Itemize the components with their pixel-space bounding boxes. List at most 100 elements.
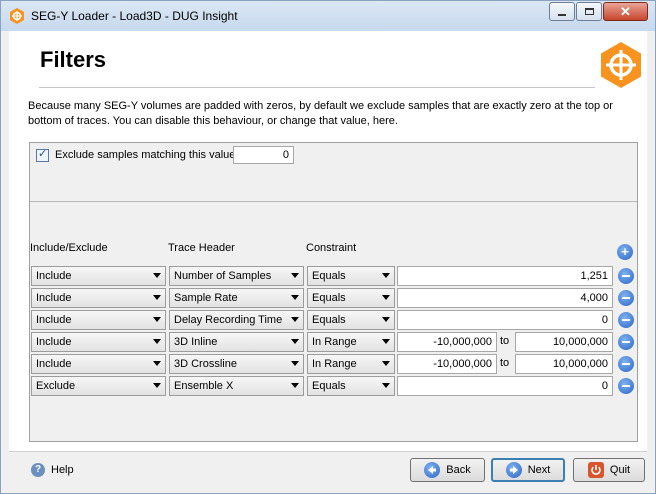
column-header-trace-header: Trace Header <box>168 242 235 254</box>
filter-row: Include 3D Inline In Range -10,000,000 t… <box>30 332 637 352</box>
constraint-value: In Range <box>312 336 357 348</box>
equals-value-input[interactable]: 1,251 <box>397 266 613 286</box>
maximize-button[interactable] <box>576 2 602 21</box>
constraint-select[interactable]: Equals <box>307 288 395 308</box>
equals-value-input[interactable]: 0 <box>397 376 613 396</box>
mode-select[interactable]: Include <box>31 288 166 308</box>
constraint-value: Equals <box>312 314 346 326</box>
range-min-input[interactable]: -10,000,000 <box>397 354 497 374</box>
mode-value: Include <box>36 336 72 348</box>
back-arrow-icon <box>424 462 441 478</box>
mode-select[interactable]: Include <box>31 310 166 330</box>
trace-header-select[interactable]: Sample Rate <box>169 288 304 308</box>
constraint-select[interactable]: Equals <box>307 376 395 396</box>
next-arrow-icon <box>505 462 522 478</box>
range-to-label: to <box>500 357 510 369</box>
close-icon: ✕ <box>620 3 631 19</box>
remove-filter-button[interactable] <box>618 268 634 284</box>
target-logo-icon <box>601 42 641 88</box>
filter-row: Include Sample Rate Equals 4,000 <box>30 288 637 308</box>
mode-value: Include <box>36 292 72 304</box>
filter-row: Include 3D Crossline In Range -10,000,00… <box>30 354 637 374</box>
page-title: Filters <box>40 47 107 72</box>
mode-select[interactable]: Include <box>31 354 166 374</box>
remove-filter-button[interactable] <box>618 356 634 372</box>
mode-select[interactable]: Include <box>31 266 166 286</box>
filters-panel: ✓ Exclude samples matching this value 0 … <box>29 142 638 442</box>
wizard-content: Filters Because many SEG-Y volumes are p… <box>9 31 647 451</box>
minimize-icon <box>558 13 566 16</box>
column-header-constraint: Constraint <box>306 242 357 254</box>
trace-header-select[interactable]: Delay Recording Time <box>169 310 304 330</box>
remove-icon <box>622 341 630 343</box>
equals-value-input[interactable]: 4,000 <box>397 288 613 308</box>
filter-row: Include Delay Recording Time Equals 0 <box>30 310 637 330</box>
window-title: SEG-Y Loader - Load3D - DUG Insight <box>31 9 238 23</box>
quit-label: Quit <box>609 464 631 476</box>
constraint-select[interactable]: Equals <box>307 310 395 330</box>
remove-icon <box>622 319 630 321</box>
app-icon <box>10 8 24 24</box>
range-to-label: to <box>500 335 510 347</box>
constraint-value: Equals <box>312 270 346 282</box>
trace-header-value: Ensemble X <box>174 380 234 392</box>
constraint-select[interactable]: Equals <box>307 266 395 286</box>
back-button[interactable]: Back <box>410 458 485 482</box>
mode-value: Include <box>36 270 72 282</box>
mode-select[interactable]: Include <box>31 332 166 352</box>
trace-header-value: Delay Recording Time <box>174 314 283 326</box>
remove-filter-button[interactable] <box>618 312 634 328</box>
constraint-value: In Range <box>312 358 357 370</box>
range-max-input[interactable]: 10,000,000 <box>515 354 613 374</box>
mode-value: Exclude <box>36 380 76 392</box>
filter-row: Include Number of Samples Equals 1,251 <box>30 266 637 286</box>
range-min-input[interactable]: -10,000,000 <box>397 332 497 352</box>
filters-description: Because many SEG-Y volumes are padded wi… <box>28 100 613 127</box>
equals-value-input[interactable]: 0 <box>397 310 613 330</box>
add-icon: + <box>621 244 629 259</box>
next-label: Next <box>527 464 551 476</box>
mode-select[interactable]: Exclude <box>31 376 166 396</box>
constraint-select[interactable]: In Range <box>307 354 395 374</box>
close-button[interactable]: ✕ <box>603 2 648 21</box>
title-bar: SEG-Y Loader - Load3D - DUG Insight ✕ <box>1 1 655 31</box>
remove-filter-button[interactable] <box>618 378 634 394</box>
constraint-value: Equals <box>312 380 346 392</box>
remove-filter-button[interactable] <box>618 334 634 350</box>
quit-button[interactable]: Quit <box>573 458 645 482</box>
help-link[interactable]: ? Help <box>31 463 74 477</box>
remove-icon <box>622 363 630 365</box>
mode-value: Include <box>36 358 72 370</box>
range-max-input[interactable]: 10,000,000 <box>515 332 613 352</box>
heading-divider <box>39 87 595 88</box>
trace-header-select[interactable]: Number of Samples <box>169 266 304 286</box>
trace-header-select[interactable]: 3D Inline <box>169 332 304 352</box>
exclude-value-input[interactable]: 0 <box>233 146 294 164</box>
exclude-zero-label: Exclude samples matching this value <box>55 149 236 161</box>
constraint-select[interactable]: In Range <box>307 332 395 352</box>
mode-value: Include <box>36 314 72 326</box>
trace-header-select[interactable]: 3D Crossline <box>169 354 304 374</box>
add-filter-button[interactable]: + <box>617 244 633 260</box>
trace-header-value: Sample Rate <box>174 292 238 304</box>
maximize-icon <box>584 8 594 15</box>
next-button[interactable]: Next <box>491 458 565 482</box>
minimize-button[interactable] <box>549 2 575 21</box>
back-label: Back <box>446 464 471 476</box>
constraint-value: Equals <box>312 292 346 304</box>
trace-header-value: 3D Crossline <box>174 358 237 370</box>
help-icon: ? <box>31 463 45 477</box>
exclude-zero-checkbox[interactable]: ✓ <box>36 148 49 162</box>
footer-divider <box>9 451 647 452</box>
remove-icon <box>622 297 630 299</box>
filter-row: Exclude Ensemble X Equals 0 <box>30 376 637 396</box>
trace-header-value: 3D Inline <box>174 336 218 348</box>
quit-power-icon <box>587 462 604 478</box>
trace-header-select[interactable]: Ensemble X <box>169 376 304 396</box>
remove-icon <box>622 385 630 387</box>
remove-icon <box>622 275 630 277</box>
seg-y-loader-window: SEG-Y Loader - Load3D - DUG Insight ✕ Fi… <box>0 0 656 494</box>
check-icon: ✓ <box>38 148 48 160</box>
column-header-include-exclude: Include/Exclude <box>30 242 108 254</box>
remove-filter-button[interactable] <box>618 290 634 306</box>
